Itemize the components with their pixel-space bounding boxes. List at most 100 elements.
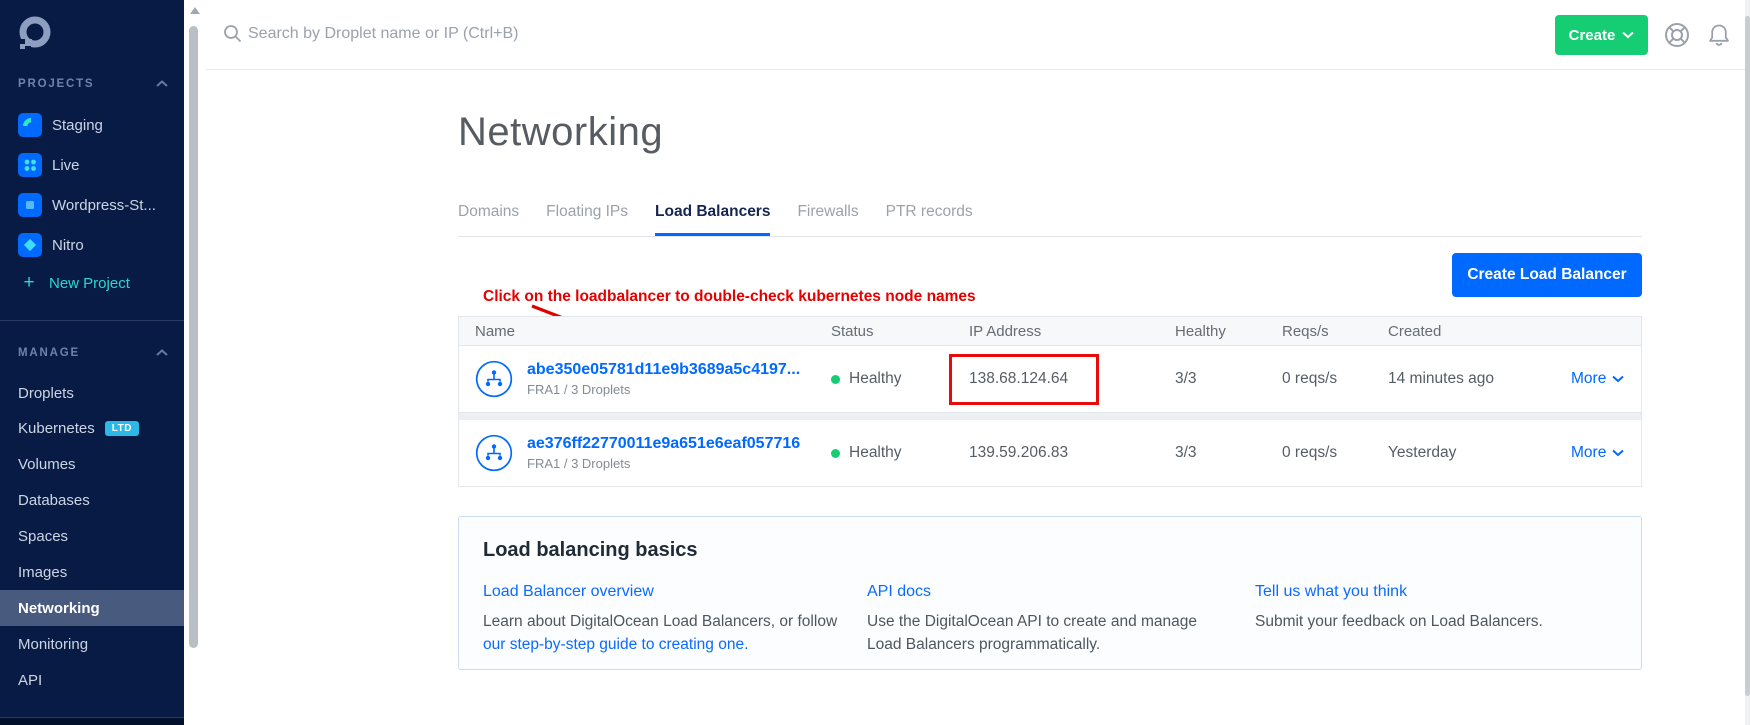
sidebar-item-label: Networking [18,600,100,617]
feedback-link[interactable]: Tell us what you think [1255,583,1407,601]
column-header-reqs: Reqs/s [1282,323,1388,340]
topbar: Create [206,0,1745,70]
lb-status: Healthy [849,444,902,462]
projects-header-label: PROJECTS [18,78,94,90]
basics-text: Use the DigitalOcean API to create and m… [867,610,1197,656]
load-balancer-overview-link[interactable]: Load Balancer overview [483,583,654,601]
load-balancer-icon [475,360,513,398]
lb-status-cell: Healthy [831,370,969,388]
sidebar-scrollbar-thumb[interactable] [189,26,198,648]
sidebar-item-project-staging[interactable]: Staging [0,105,184,145]
sidebar-item-label: API [18,672,42,689]
healthy-status-dot [831,375,840,384]
column-header-status: Status [831,323,969,340]
sidebar-item-label: Droplets [18,385,74,402]
sidebar: PROJECTS Staging Live [0,0,184,725]
digitalocean-control-panel: PROJECTS Staging Live [0,0,1750,725]
new-project-label: New Project [49,275,130,292]
chevron-down-icon [1612,449,1624,457]
basics-column-overview: Load Balancer overview Learn about Digit… [483,583,843,656]
sidebar-item-label: Staging [52,117,103,134]
table-row[interactable]: abe350e05781d11e9b3689a5c4197... FRA1 / … [458,346,1642,413]
column-header-name: Name [459,323,831,340]
tab-firewalls[interactable]: Firewalls [797,202,858,236]
sidebar-item-droplets[interactable]: Droplets [0,375,184,411]
sidebar-item-label: Volumes [18,456,76,473]
sidebar-item-project-nitro[interactable]: Nitro [0,225,184,265]
chevron-up-icon [156,348,168,360]
lb-ip: 139.59.206.83 [969,444,1175,462]
sidebar-scrollbar-track [184,0,206,725]
table-header-row: Name Status IP Address Healthy Reqs/s Cr… [458,316,1642,346]
plus-icon: + [21,272,37,294]
lb-healthy: 3/3 [1175,444,1282,462]
load-balancing-basics-panel: Load balancing basics Load Balancer over… [458,516,1642,670]
lb-ip: 138.68.124.64 [969,370,1175,388]
sidebar-item-label: Monitoring [18,636,88,653]
lb-name-link[interactable]: abe350e05781d11e9b3689a5c4197... [527,361,800,379]
digitalocean-logo-icon[interactable] [16,14,54,52]
lb-healthy: 3/3 [1175,370,1282,388]
sidebar-item-monitoring[interactable]: Monitoring [0,626,184,662]
tab-floating-ips[interactable]: Floating IPs [546,202,628,236]
new-project-button[interactable]: + New Project [0,265,184,301]
sidebar-item-label: Databases [18,492,90,509]
more-dropdown[interactable]: More [1571,444,1643,462]
lb-meta: FRA1 / 3 Droplets [527,456,800,471]
sidebar-item-label: Wordpress-St... [52,197,156,214]
column-header-ip: IP Address [969,323,1175,340]
page-scrollbar-thumb[interactable] [1745,16,1750,696]
ltd-badge: LTD [105,421,139,436]
sidebar-item-label: Nitro [52,237,84,254]
scroll-up-arrow-icon[interactable] [190,7,200,14]
tab-domains[interactable]: Domains [458,202,519,236]
sidebar-item-api[interactable]: API [0,662,184,698]
more-dropdown[interactable]: More [1571,370,1643,388]
sidebar-item-kubernetes[interactable]: Kubernetes LTD [0,410,184,446]
search-input[interactable] [248,0,808,68]
sidebar-item-images[interactable]: Images [0,554,184,590]
api-docs-link[interactable]: API docs [867,583,931,601]
manage-section-header[interactable]: MANAGE [0,335,184,371]
manage-header-label: MANAGE [18,347,80,359]
staging-project-icon [18,113,42,137]
load-balancer-table: Name Status IP Address Healthy Reqs/s Cr… [458,316,1642,487]
column-header-created: Created [1388,323,1571,340]
help-lifering-icon[interactable] [1663,21,1691,54]
healthy-status-dot [831,449,840,458]
page-scrollbar-track [1745,0,1750,725]
search-icon [222,23,244,50]
create-button[interactable]: Create [1555,15,1648,55]
projects-section-header[interactable]: PROJECTS [0,66,184,102]
lb-created: Yesterday [1388,444,1571,462]
load-balancer-icon [475,434,513,472]
lb-name-cell: ae376ff22770011e9a651e6eaf057716 FRA1 / … [459,434,831,472]
sidebar-item-label: Images [18,564,67,581]
sidebar-item-label: Spaces [18,528,68,545]
sidebar-item-spaces[interactable]: Spaces [0,518,184,554]
table-row[interactable]: ae376ff22770011e9a651e6eaf057716 FRA1 / … [458,420,1642,487]
wordpress-project-icon [18,193,42,217]
chevron-up-icon [156,79,168,91]
basics-text: Learn about DigitalOcean Load Balancers,… [483,613,837,630]
notifications-bell-icon[interactable] [1705,21,1733,54]
sidebar-item-volumes[interactable]: Volumes [0,446,184,482]
lb-name-link[interactable]: ae376ff22770011e9a651e6eaf057716 [527,435,800,453]
chevron-down-icon [1612,375,1624,383]
sidebar-item-databases[interactable]: Databases [0,482,184,518]
lb-status: Healthy [849,370,902,388]
tab-load-balancers[interactable]: Load Balancers [655,202,770,236]
basics-title: Load balancing basics [483,539,698,562]
step-by-step-guide-link[interactable]: our step-by-step guide to creating one. [483,633,843,656]
basics-text: Submit your feedback on Load Balancers. [1255,610,1595,633]
sidebar-footer-strip [0,718,184,725]
live-project-icon [18,153,42,177]
sidebar-item-label: Live [52,157,80,174]
sidebar-item-networking[interactable]: Networking [0,590,184,626]
lb-created: 14 minutes ago [1388,370,1571,388]
create-load-balancer-button[interactable]: Create Load Balancer [1452,253,1642,297]
tab-ptr-records[interactable]: PTR records [886,202,973,236]
sidebar-item-project-wordpress[interactable]: Wordpress-St... [0,185,184,225]
sidebar-item-project-live[interactable]: Live [0,145,184,185]
create-button-label: Create [1569,27,1616,44]
